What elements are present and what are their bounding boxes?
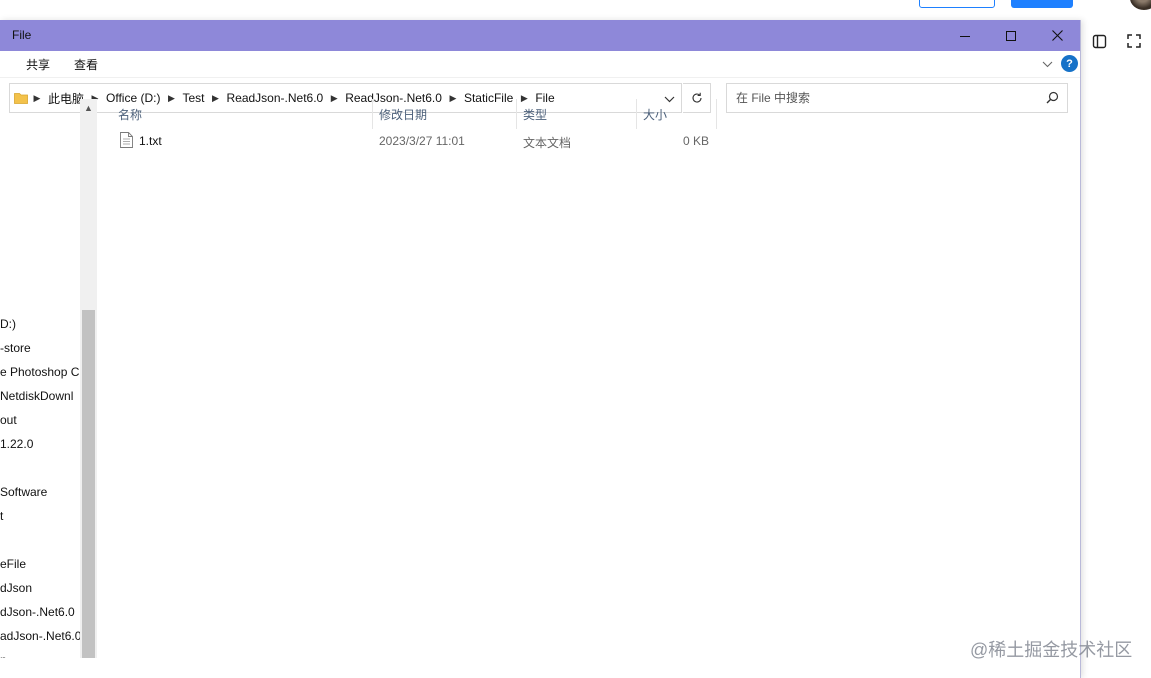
browser-outline-button[interactable] — [919, 0, 995, 8]
nav-item[interactable]: eFile — [0, 557, 26, 571]
fullscreen-icon[interactable] — [1126, 33, 1142, 49]
nav-item[interactable]: NetdiskDownl — [0, 389, 73, 403]
help-icon[interactable]: ? — [1061, 55, 1078, 72]
column-header-type[interactable]: 类型 — [523, 99, 633, 129]
nav-item[interactable]: e Photoshop C — [0, 365, 79, 379]
column-header-size[interactable]: 大小 — [643, 99, 713, 129]
column-header-name[interactable]: 名称 — [118, 99, 368, 129]
column-name-label: 名称 — [118, 107, 143, 122]
nav-item[interactable]: t — [0, 509, 3, 523]
tab-share[interactable]: 共享 — [14, 56, 62, 73]
nav-item-drive[interactable]: D:) — [0, 317, 16, 331]
column-divider[interactable] — [372, 99, 373, 129]
file-list: ⌃ 名称 修改日期 类型 大小 1.txt 2023/3/27 11:01 文本… — [100, 99, 1080, 658]
nav-item[interactable]: Software — [0, 485, 47, 499]
ribbon: 共享 查看 ? — [0, 51, 1080, 78]
column-header-modified[interactable]: 修改日期 — [379, 99, 519, 129]
column-divider[interactable] — [516, 99, 517, 129]
close-button[interactable] — [1034, 20, 1080, 51]
column-size-label: 大小 — [643, 107, 668, 122]
nav-scroll-thumb[interactable] — [82, 310, 95, 658]
nav-item[interactable]: 1.22.0 — [0, 437, 33, 451]
nav-item[interactable]: adJson-.Net6.0 — [0, 629, 80, 643]
sidebar-toggle-icon[interactable] — [1091, 33, 1107, 49]
file-size: 0 KB — [682, 134, 709, 148]
watermark: @稀土掘金技术社区 — [970, 640, 1133, 660]
nav-item[interactable]: n — [0, 653, 7, 658]
navigation-pane: D:) -store e Photoshop C NetdiskDownl ou… — [0, 99, 80, 658]
ribbon-right-controls: ? — [1042, 55, 1078, 72]
nav-item[interactable]: -store — [0, 341, 31, 355]
scroll-up-icon[interactable]: ▲ — [80, 99, 97, 116]
browser-primary-button[interactable] — [1011, 0, 1073, 8]
tab-view[interactable]: 查看 — [62, 56, 110, 73]
chevron-down-icon[interactable] — [1042, 57, 1053, 71]
text-file-icon — [120, 132, 133, 151]
column-divider[interactable] — [716, 99, 717, 129]
file-name: 1.txt — [139, 134, 162, 148]
nav-item[interactable]: dJson-.Net6.0 — [0, 605, 75, 619]
minimize-button[interactable] — [942, 20, 988, 51]
file-modified: 2023/3/27 11:01 — [379, 134, 465, 148]
column-divider[interactable] — [636, 99, 637, 129]
browser-side-toolbar — [1082, 26, 1151, 56]
nav-item[interactable]: out — [0, 413, 17, 427]
column-modified-label: 修改日期 — [379, 107, 428, 122]
title-bar[interactable]: File — [0, 20, 1080, 51]
window-controls — [942, 20, 1080, 51]
maximize-button[interactable] — [988, 20, 1034, 51]
file-type: 文本文档 — [523, 136, 572, 150]
nav-item[interactable]: dJson — [0, 581, 32, 595]
column-type-label: 类型 — [523, 107, 548, 122]
window-title: File — [12, 28, 32, 42]
nav-scrollbar[interactable]: ▲ — [80, 99, 97, 658]
table-row[interactable]: 1.txt 2023/3/27 11:01 文本文档 0 KB — [100, 130, 716, 152]
